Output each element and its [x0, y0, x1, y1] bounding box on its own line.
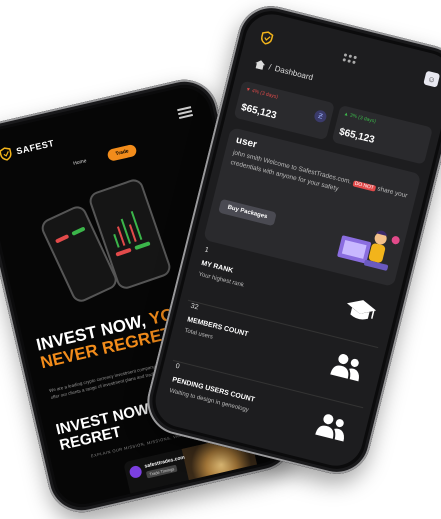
nav-pill-trade[interactable]: Trade: [106, 143, 138, 162]
stat-value: $65,123: [239, 102, 278, 122]
coin-icon: Ƶ: [313, 109, 328, 124]
right-phone-mockup: ☺ / Dashboard ▼ 4% (3 days) Ƶ $65,123 ▲ …: [140, 0, 441, 482]
stat-value: $65,123: [337, 126, 376, 146]
stat-change: ▲ 3% (3 days): [342, 110, 377, 125]
rank-desc: Your highest rank: [197, 271, 245, 289]
graduation-cap-icon: [346, 300, 377, 320]
user-avatar[interactable]: ☺: [423, 70, 441, 88]
shield-logo-icon[interactable]: [258, 30, 275, 47]
rank-number: 1: [203, 246, 210, 255]
welcome-username: user: [234, 134, 258, 151]
right-phone-screen: ☺ / Dashboard ▼ 4% (3 days) Ƶ $65,123 ▲ …: [149, 8, 441, 472]
nav-pill-home[interactable]: Home: [64, 153, 95, 171]
warning-tag: DO NOT: [352, 180, 377, 192]
brand-name: SAFEST: [15, 137, 56, 157]
breadcrumb-separator: /: [267, 62, 273, 72]
members-desc: Total users: [183, 327, 214, 341]
home-icon[interactable]: [254, 59, 266, 70]
members-number: 32: [189, 302, 200, 312]
users-icon: [315, 414, 345, 442]
welcome-message: john smith Welcome to SafestTrades.com. …: [229, 149, 409, 200]
buy-packages-button[interactable]: Buy Packages: [218, 198, 277, 227]
dashboard-header: ☺: [256, 22, 441, 96]
promo-badge-icon: [128, 464, 143, 480]
shield-logo-icon: [0, 147, 12, 161]
brand-logo[interactable]: SAFEST: [0, 136, 56, 162]
stat-change: ▼ 4% (3 days): [244, 86, 279, 101]
breadcrumb-current: Dashboard: [273, 63, 314, 83]
users-icon: [330, 354, 360, 382]
pending-number: 0: [174, 362, 181, 371]
apps-grid-icon[interactable]: [341, 53, 357, 65]
menu-icon[interactable]: [177, 106, 194, 120]
person-laptop-illustration: [337, 230, 400, 271]
